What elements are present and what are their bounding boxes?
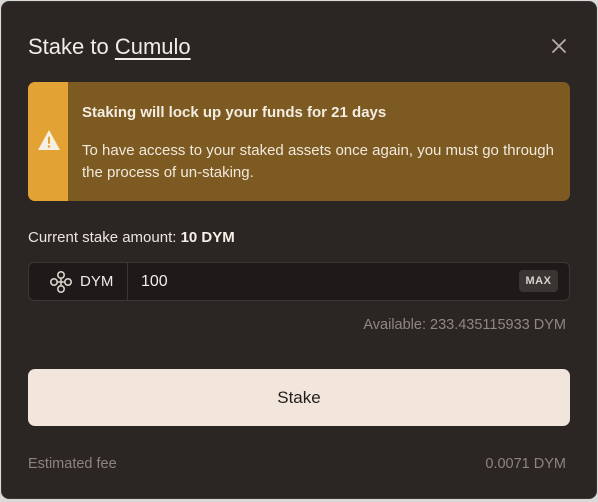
stake-dialog: Stake to Cumulo Staking will lock up you… bbox=[1, 1, 597, 499]
current-stake-label: Current stake amount: bbox=[28, 229, 177, 246]
close-icon bbox=[552, 39, 566, 53]
current-stake: Current stake amount: 10 DYM bbox=[28, 229, 235, 246]
warning-accent bbox=[28, 82, 68, 201]
validator-link[interactable]: Cumulo bbox=[115, 34, 191, 59]
available-balance: Available: 233.435115933 DYM bbox=[363, 317, 566, 333]
fee-value: 0.0071 DYM bbox=[485, 456, 566, 472]
warning-text: To have access to your staked assets onc… bbox=[82, 142, 554, 181]
warning-triangle-icon bbox=[38, 130, 60, 150]
warning-title: Staking will lock up your funds for 21 d… bbox=[82, 104, 387, 121]
token-selector[interactable]: DYM bbox=[29, 263, 128, 300]
current-stake-value: 10 DYM bbox=[180, 229, 235, 246]
close-button[interactable] bbox=[549, 36, 569, 56]
amount-field: DYM MAX bbox=[28, 262, 570, 301]
dym-token-icon bbox=[49, 270, 73, 294]
amount-input[interactable] bbox=[139, 268, 513, 296]
fee-label: Estimated fee bbox=[28, 456, 117, 472]
warning-banner: Staking will lock up your funds for 21 d… bbox=[28, 82, 570, 201]
title-prefix: Stake to bbox=[28, 34, 109, 59]
dialog-title: Stake to Cumulo bbox=[28, 33, 191, 61]
token-symbol: DYM bbox=[80, 273, 114, 290]
max-button[interactable]: MAX bbox=[519, 270, 558, 292]
stake-button[interactable]: Stake bbox=[28, 369, 570, 426]
